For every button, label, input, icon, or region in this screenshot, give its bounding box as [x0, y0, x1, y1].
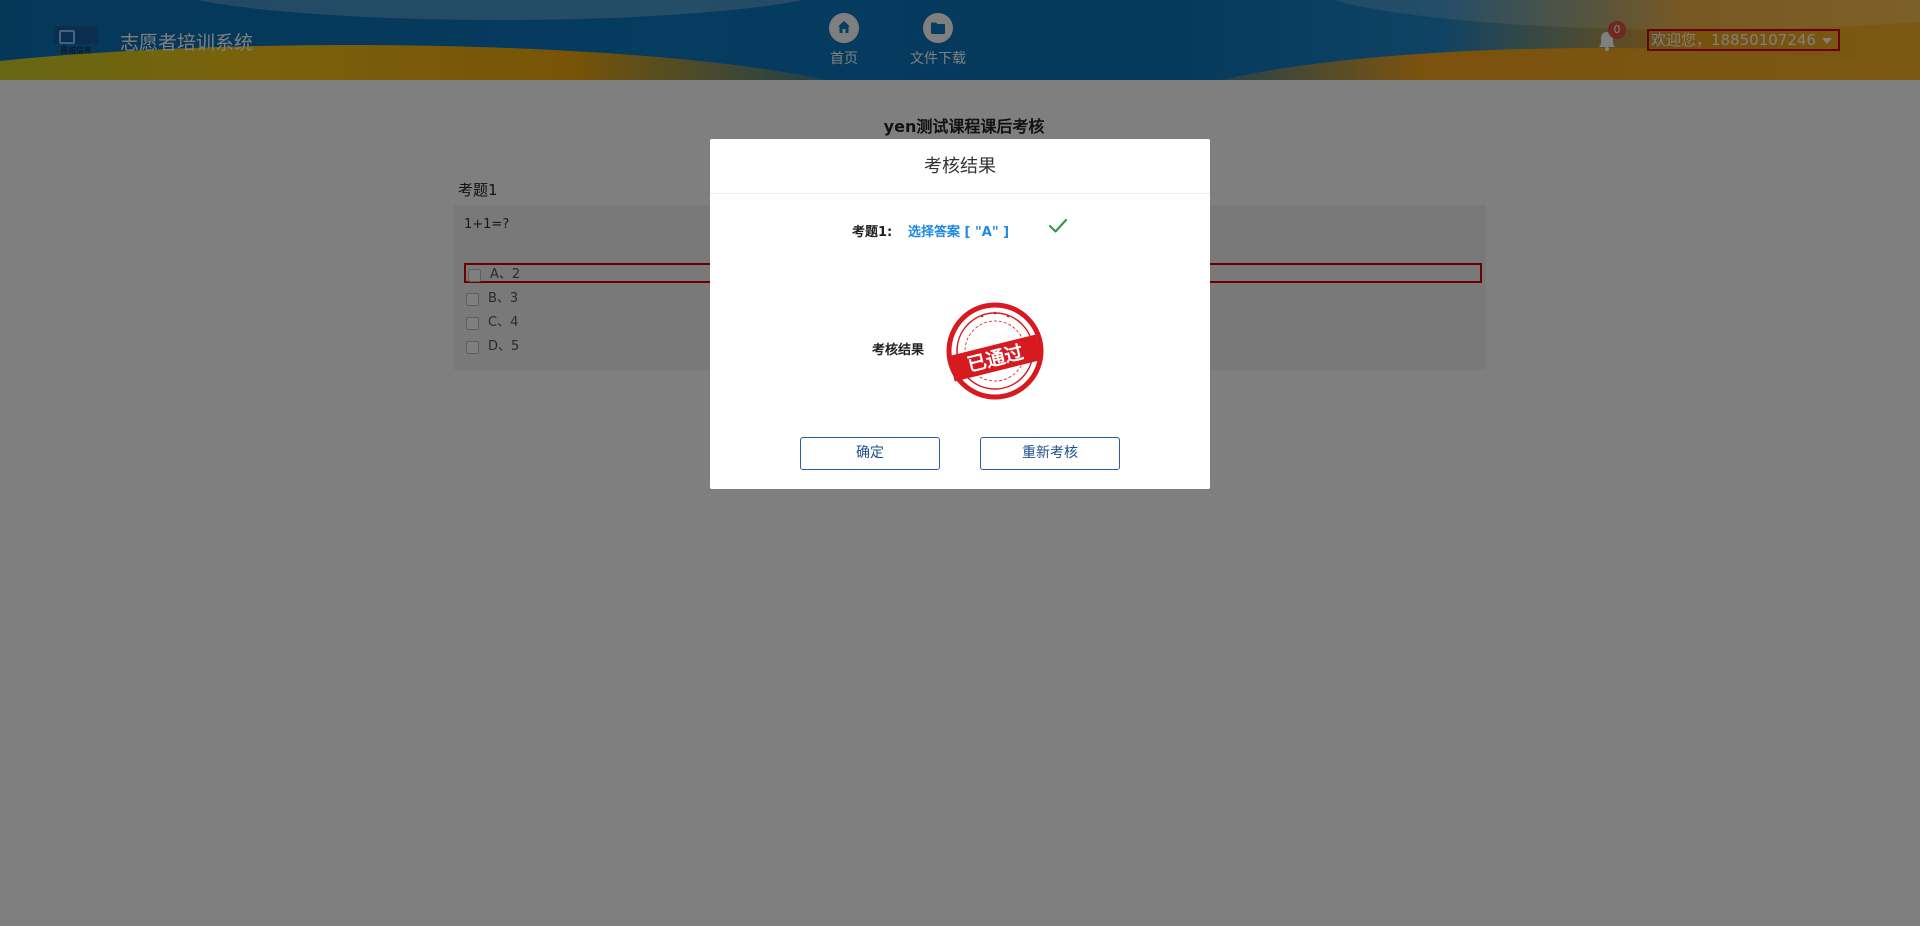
- answer-label: 考题1:: [852, 225, 893, 240]
- passed-stamp: 已通过: [946, 302, 1044, 400]
- result-label: 考核结果: [872, 343, 925, 358]
- check-icon: [1048, 218, 1068, 233]
- answer-value: 选择答案 [ "A" ]: [908, 225, 1010, 240]
- confirm-button[interactable]: 确定: [800, 437, 940, 470]
- retake-exam-button[interactable]: 重新考核: [980, 437, 1120, 470]
- result-dialog: 考核结果 考题1: 选择答案 [ "A" ] 考核结果 已通过 确定 重新考核: [710, 139, 1210, 489]
- answer-row: 考题1: 选择答案 [ "A" ]: [710, 218, 1210, 241]
- dialog-title: 考核结果: [710, 139, 1210, 194]
